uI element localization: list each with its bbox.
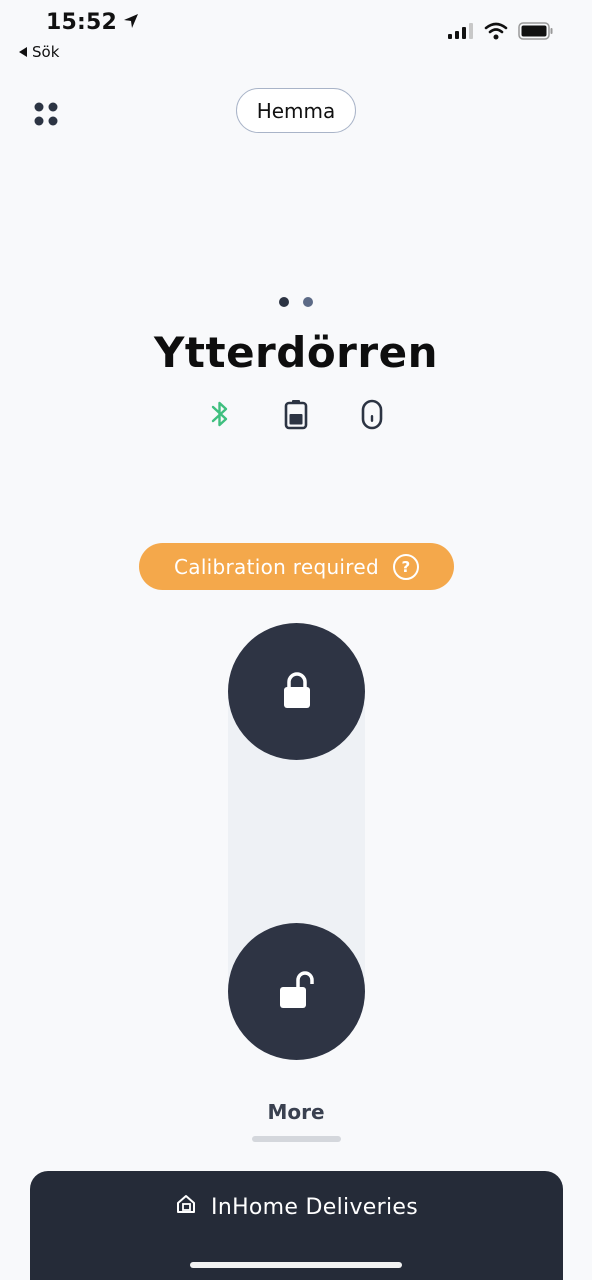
- location-selector-button[interactable]: Hemma: [236, 88, 356, 133]
- device-icon: [361, 398, 383, 434]
- battery-icon: [284, 398, 308, 434]
- battery-status-icon: [518, 22, 554, 44]
- status-time-text: 15:52: [46, 10, 118, 35]
- back-triangle-icon: [18, 43, 28, 61]
- grid-dots-icon[interactable]: [34, 102, 58, 126]
- back-label: Sök: [32, 43, 60, 61]
- lock-name: Ytterdörren: [154, 328, 438, 377]
- wifi-icon: [484, 22, 508, 44]
- page-dot-active[interactable]: [279, 297, 289, 307]
- bluetooth-icon: [210, 398, 230, 434]
- calibration-label: Calibration required: [174, 554, 379, 579]
- cellular-signal-icon: [448, 23, 474, 43]
- lock-button[interactable]: [228, 623, 365, 760]
- lock-status-icons: [206, 398, 386, 434]
- help-circle-icon[interactable]: ?: [392, 553, 419, 580]
- inhome-deliveries-row[interactable]: InHome Deliveries: [30, 1193, 563, 1221]
- home-indicator[interactable]: [190, 1262, 402, 1268]
- calibration-required-button[interactable]: Calibration required ?: [139, 543, 454, 590]
- location-arrow-icon: [123, 10, 139, 35]
- home-package-icon: [175, 1193, 197, 1221]
- more-button[interactable]: More: [0, 1100, 592, 1124]
- inhome-deliveries-label: InHome Deliveries: [211, 1194, 418, 1220]
- lock-open-icon: [277, 970, 317, 1014]
- status-time: 15:52: [46, 10, 139, 35]
- lock-closed-icon: [282, 670, 312, 714]
- unlock-button[interactable]: [228, 923, 365, 1060]
- back-to-app-link[interactable]: Sök: [18, 43, 59, 61]
- page-indicator: [279, 297, 313, 307]
- page-dot-inactive[interactable]: [303, 297, 313, 307]
- location-label: Hemma: [256, 98, 336, 123]
- status-icons: [448, 22, 554, 44]
- more-drag-handle[interactable]: [252, 1136, 341, 1142]
